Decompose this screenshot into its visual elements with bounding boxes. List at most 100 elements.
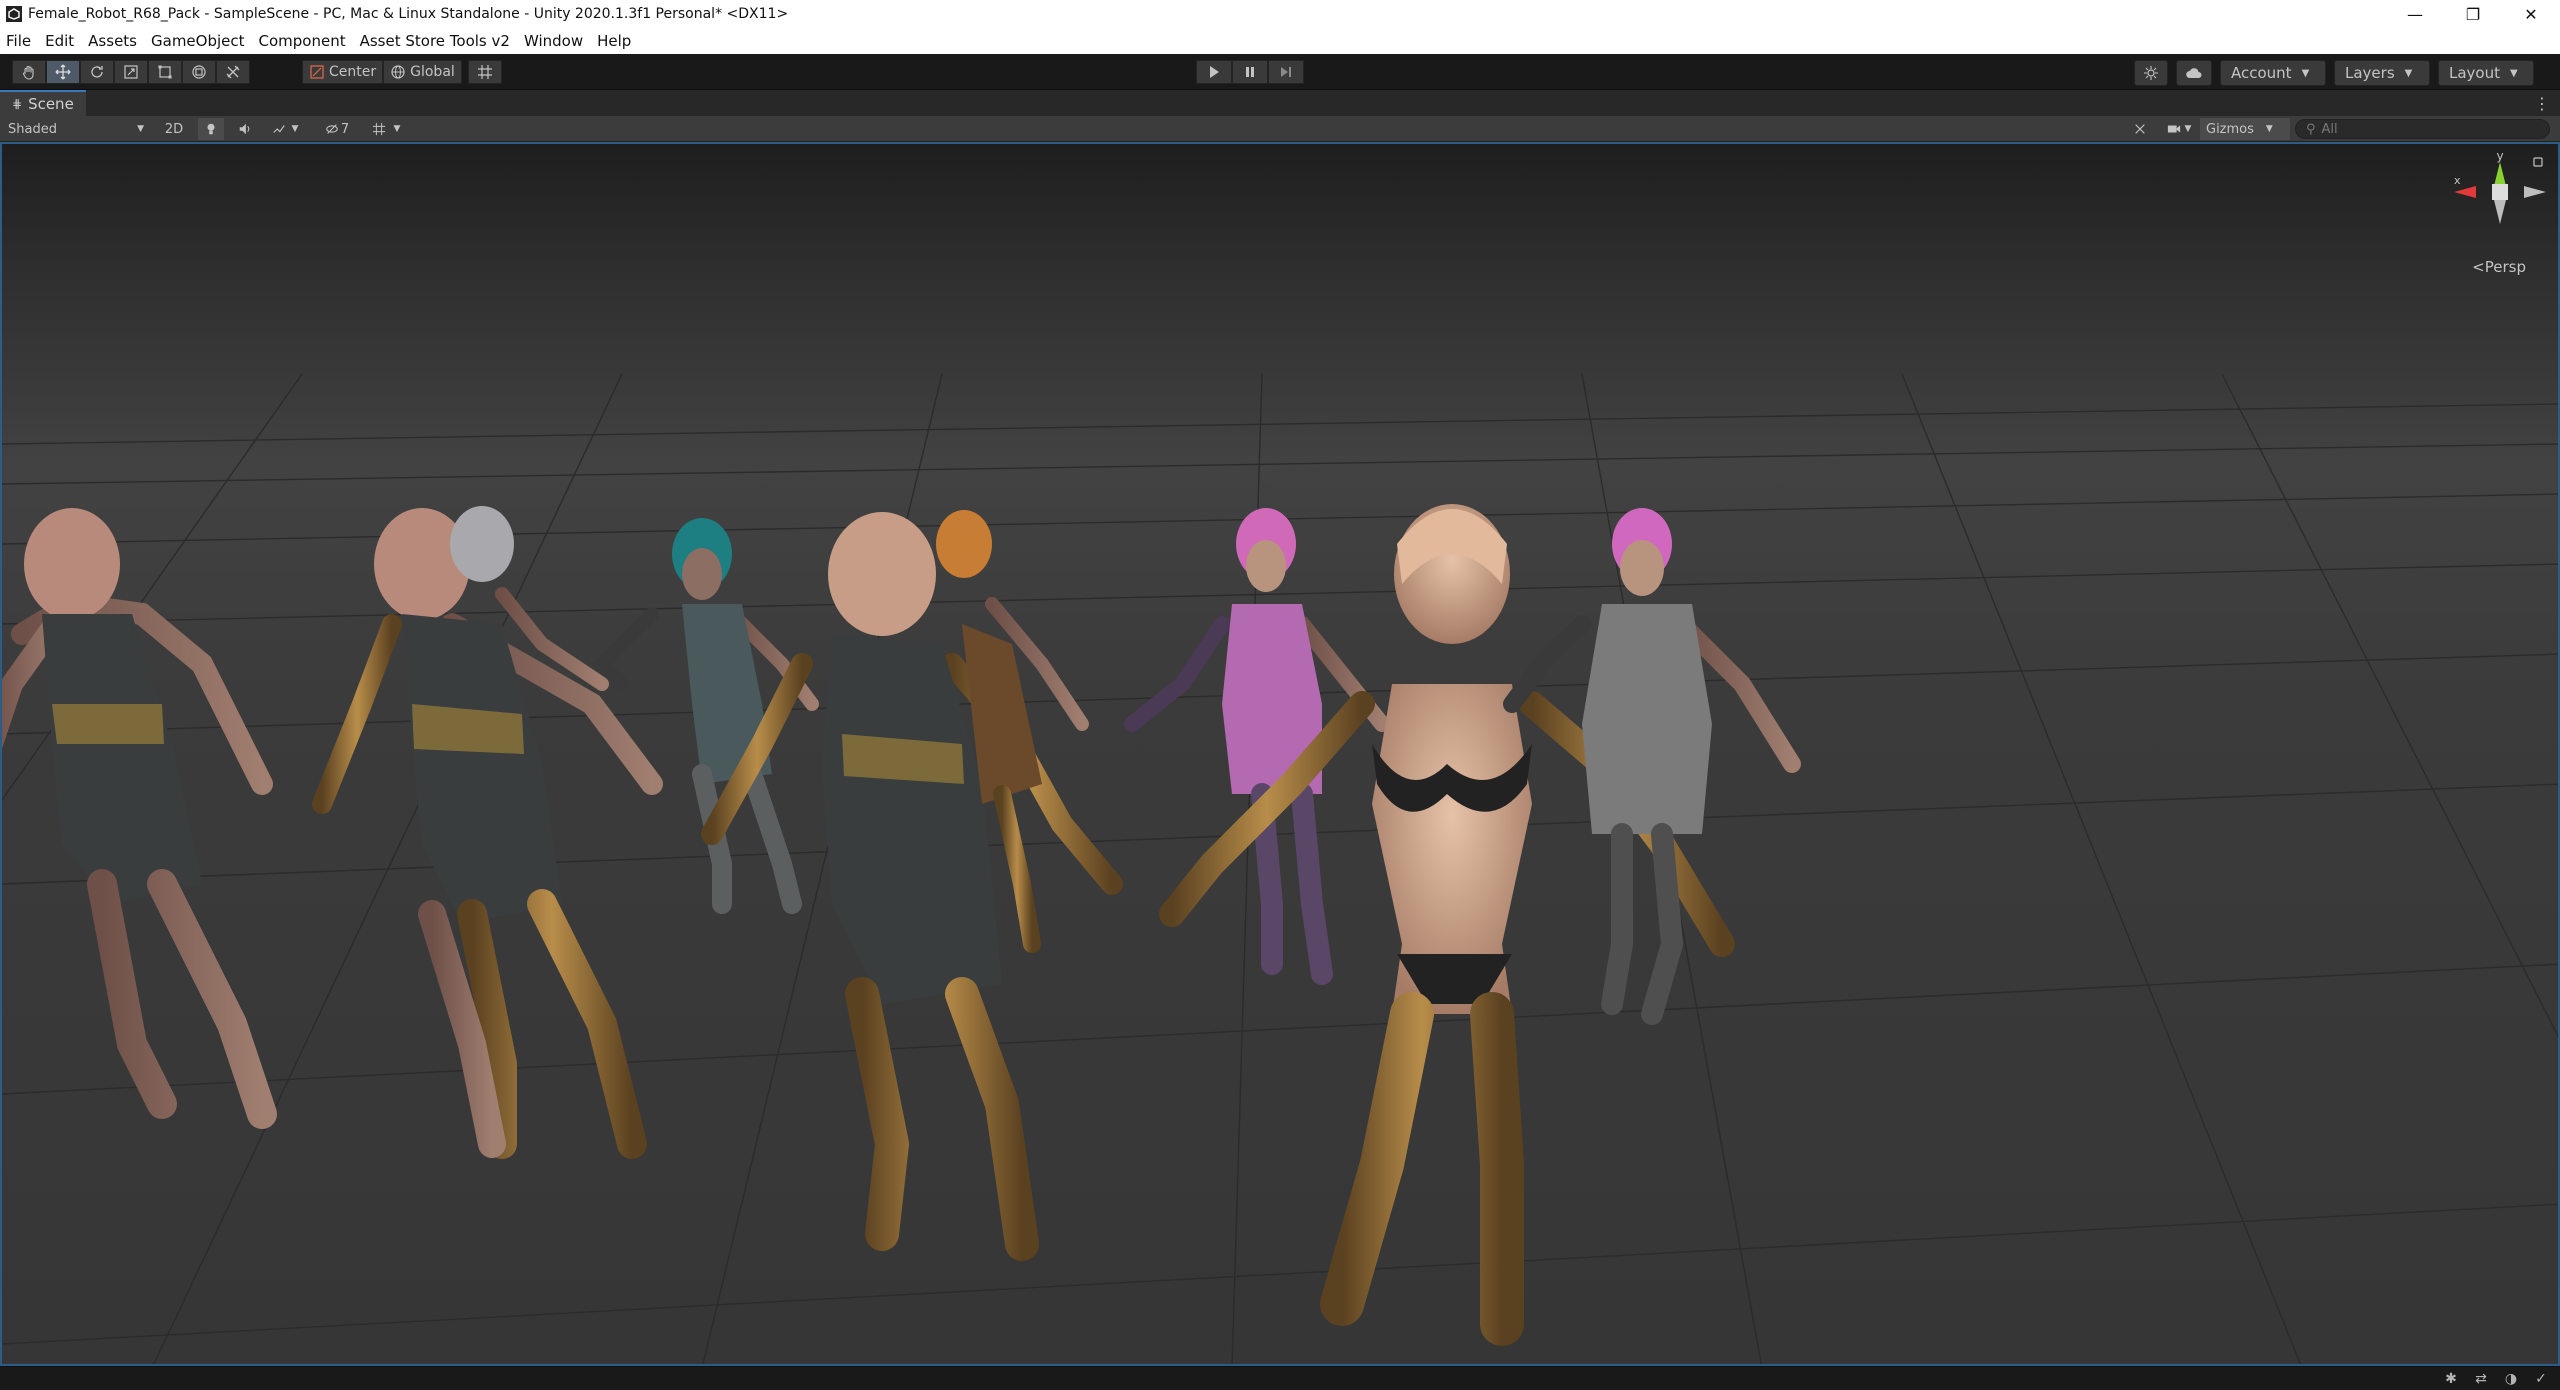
close-button[interactable]: ✕ (2502, 0, 2560, 28)
hand-icon (22, 65, 34, 80)
collab-icon (2144, 66, 2158, 80)
tab-scene[interactable]: ⋕ Scene (0, 90, 86, 116)
chevron-left-icon: < (2472, 258, 2485, 276)
shading-mode-dropdown[interactable]: Shaded ▼ (2, 118, 150, 140)
tools-toggle[interactable] (2128, 118, 2152, 140)
menu-component[interactable]: Component (259, 32, 346, 50)
tools-icon (2135, 124, 2145, 134)
caret-down-icon: ▼ (2265, 124, 2273, 134)
play-button[interactable] (1196, 60, 1232, 84)
bug-icon[interactable]: ✱ (2442, 1370, 2460, 1388)
effects-dropdown[interactable]: ▼ (266, 118, 304, 140)
effects-icon (272, 125, 285, 133)
hierarchy-search-input[interactable]: ⚲ All (2295, 119, 2550, 139)
hidden-count: 7 (340, 121, 350, 137)
pivot-icon (310, 65, 324, 79)
play-icon (1210, 66, 1219, 78)
search-placeholder: All (2321, 121, 2338, 137)
layout-dropdown[interactable]: Layout ▼ (2438, 60, 2534, 86)
caret-down-icon: ▼ (2301, 67, 2310, 79)
space-label: Global (410, 64, 455, 80)
layers-dropdown[interactable]: Layers ▼ (2334, 60, 2430, 86)
gizmos-dropdown[interactable]: Gizmos ▼ (2200, 118, 2290, 140)
camera-icon (2167, 125, 2180, 133)
scene-viewport[interactable]: y x <Persp (0, 142, 2560, 1366)
hidden-objects-toggle[interactable]: 7 (316, 118, 358, 140)
scene-tab-label: Scene (28, 95, 74, 113)
transform-icon (192, 65, 206, 79)
grid-icon: ⋕ (12, 97, 23, 111)
menu-bar: File Edit Assets GameObject Component As… (0, 28, 2560, 54)
network-icon[interactable]: ⇄ (2472, 1370, 2490, 1388)
character-robot-dark-dress-1[interactable] (2, 508, 277, 1129)
mode-2d-label: 2D (164, 121, 184, 137)
cloud-icon (2186, 68, 2202, 78)
grid-visibility-dropdown[interactable]: ▼ (364, 118, 408, 140)
character-robot-grey-dress[interactable] (1503, 508, 1801, 1025)
main-toolbar: Center Global Account ▼ Layers ▼ Layout … (0, 54, 2560, 90)
menu-asset-store-tools[interactable]: Asset Store Tools v2 (360, 32, 510, 50)
lighting-toggle[interactable] (198, 118, 224, 140)
axis-y-label: y (2496, 152, 2503, 163)
shading-mode-label: Shaded (8, 121, 57, 137)
caret-down-icon: ▼ (2184, 124, 2192, 134)
caret-down-icon: ▼ (2510, 67, 2518, 79)
step-button[interactable] (1268, 60, 1304, 84)
account-dropdown[interactable]: Account ▼ (2220, 60, 2326, 86)
scene-toolbar: Shaded ▼ 2D ▼ 7 ▼ ▼ Gizmos ▼ ⚲ All (0, 116, 2560, 142)
hand-tool-button[interactable] (12, 60, 46, 84)
status-bar: ✱ ⇄ ◑ ✓ (0, 1366, 2560, 1390)
grid-snap-icon (477, 65, 492, 79)
gizmos-label: Gizmos (2206, 121, 2254, 137)
caret-down-icon: ▼ (137, 124, 144, 134)
collab-button[interactable] (2134, 60, 2168, 86)
layout-label: Layout (2449, 64, 2500, 82)
menu-edit[interactable]: Edit (45, 32, 74, 50)
pause-button[interactable] (1232, 60, 1268, 84)
lightbulb-icon (207, 123, 215, 135)
menu-file[interactable]: File (6, 32, 31, 50)
camera-dropdown[interactable]: ▼ (2160, 118, 2198, 140)
speaker-icon (239, 123, 250, 135)
lighting-icon[interactable]: ◑ (2502, 1370, 2520, 1388)
projection-toggle[interactable]: <Persp (2472, 258, 2526, 276)
character-robot-dark-dress-3[interactable] (701, 512, 1123, 1261)
eye-slash-icon (326, 124, 338, 134)
caret-down-icon: ▼ (291, 124, 299, 134)
account-label: Account (2231, 64, 2292, 82)
toggle-2d-button[interactable]: 2D (160, 118, 188, 140)
character-robot-dark-dress-2[interactable] (312, 508, 663, 1159)
tools-icon (226, 65, 240, 79)
step-icon (1281, 67, 1291, 77)
menu-assets[interactable]: Assets (88, 32, 137, 50)
custom-tool-button[interactable] (216, 60, 250, 84)
scale-tool-button[interactable] (114, 60, 148, 84)
audio-toggle[interactable] (232, 118, 258, 140)
minimize-button[interactable]: — (2386, 0, 2444, 28)
axis-gizmo-icon: y x (2454, 149, 2546, 224)
layers-label: Layers (2345, 64, 2395, 82)
cloud-button[interactable] (2176, 60, 2212, 86)
pivot-mode-button[interactable]: Center (302, 60, 384, 84)
transform-tool-button[interactable] (182, 60, 216, 84)
menu-window[interactable]: Window (524, 32, 583, 50)
rotate-tool-button[interactable] (80, 60, 114, 84)
space-mode-button[interactable]: Global (383, 60, 462, 84)
maximize-button[interactable]: ❐ (2444, 0, 2502, 28)
move-icon (55, 64, 71, 80)
unity-logo-icon (6, 6, 22, 22)
rect-icon (158, 65, 172, 79)
rect-tool-button[interactable] (148, 60, 182, 84)
search-icon: ⚲ (2306, 121, 2316, 137)
move-tool-button[interactable] (46, 60, 80, 84)
pivot-label: Center (329, 64, 377, 80)
tab-menu-icon[interactable]: ⋮ (2534, 94, 2550, 113)
check-icon[interactable]: ✓ (2532, 1370, 2550, 1388)
menu-gameobject[interactable]: GameObject (151, 32, 245, 50)
menu-help[interactable]: Help (597, 32, 631, 50)
scale-icon (124, 65, 138, 79)
lock-icon (2533, 157, 2543, 167)
grid-snap-button[interactable] (467, 60, 502, 84)
axis-x-label: x (2454, 174, 2461, 187)
rotate-icon (91, 66, 103, 78)
